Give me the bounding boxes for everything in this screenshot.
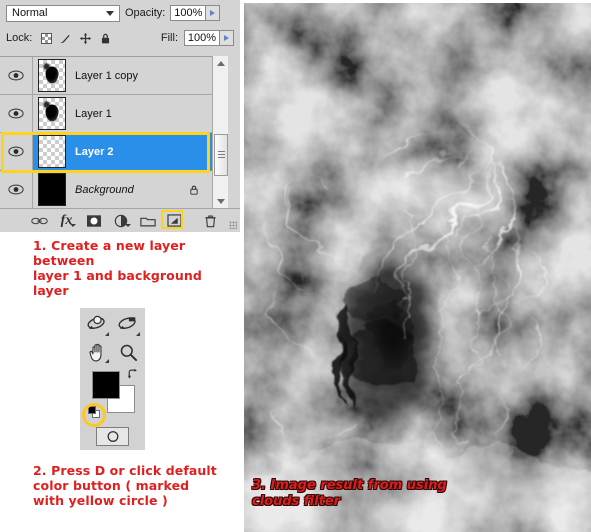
chevron-down-icon bbox=[106, 10, 114, 16]
tool-flyout-indicator bbox=[136, 332, 140, 336]
trash-icon bbox=[205, 215, 216, 227]
annotation-step-3: 3. Image result from using clouds filter bbox=[252, 478, 447, 509]
thumbnail-blob bbox=[42, 62, 59, 84]
link-layers-button[interactable] bbox=[26, 210, 53, 231]
hand-tool[interactable] bbox=[82, 339, 112, 365]
opacity-label: Opacity: bbox=[125, 7, 166, 19]
new-layer-icon bbox=[167, 214, 182, 227]
layer-visibility-toggle[interactable] bbox=[0, 133, 33, 170]
lock-icon bbox=[190, 185, 198, 195]
delete-layer-button[interactable] bbox=[197, 210, 224, 231]
chevron-right-icon bbox=[210, 10, 216, 16]
layer-visibility-toggle[interactable] bbox=[0, 171, 33, 208]
chevron-down-icon bbox=[125, 224, 131, 227]
eye-icon bbox=[8, 70, 24, 81]
annotation-step-2: 2. Press D or click default color button… bbox=[33, 463, 217, 508]
panel-gutter bbox=[228, 56, 240, 208]
panel-resize-grip[interactable] bbox=[229, 221, 237, 229]
layer-visibility-toggle[interactable] bbox=[0, 95, 33, 132]
tool-flyout-indicator bbox=[105, 332, 109, 336]
scrollbar-thumb[interactable] bbox=[214, 134, 228, 176]
layer-thumbnail[interactable] bbox=[38, 59, 66, 92]
lock-transparent-pixels-icon[interactable] bbox=[41, 32, 53, 44]
fill-input[interactable]: 100% bbox=[184, 30, 220, 46]
new-layer-button[interactable] bbox=[161, 210, 188, 231]
opacity-input[interactable]: 100% bbox=[170, 5, 207, 21]
quick-mask-icon bbox=[107, 431, 118, 442]
swap-colors-icon[interactable] bbox=[127, 368, 139, 380]
eye-icon bbox=[8, 146, 24, 157]
clouds-result-image bbox=[244, 3, 591, 532]
lock-label: Lock: bbox=[6, 32, 33, 44]
magnifier-icon bbox=[120, 344, 137, 361]
new-adjustment-layer-button[interactable] bbox=[107, 210, 134, 231]
blend-mode-select[interactable]: Normal bbox=[6, 4, 120, 22]
table-row[interactable]: Layer 2 bbox=[0, 133, 212, 171]
foreground-color-swatch[interactable] bbox=[92, 371, 120, 399]
layer-thumbnail[interactable] bbox=[38, 135, 66, 168]
tool-grid bbox=[80, 312, 145, 368]
add-layer-mask-button[interactable] bbox=[80, 210, 107, 231]
layers-panel-toolbar: fx bbox=[0, 208, 240, 232]
table-row[interactable]: Layer 1 bbox=[0, 95, 212, 133]
hand-icon bbox=[88, 343, 101, 362]
annotation-step-1: 1. Create a new layer between layer 1 an… bbox=[33, 238, 202, 298]
thumbnail-blob bbox=[42, 100, 59, 122]
scroll-up-button[interactable] bbox=[213, 56, 229, 70]
layer-name[interactable]: Layer 1 bbox=[75, 108, 112, 120]
chevron-up-icon bbox=[217, 60, 225, 66]
lock-position-icon[interactable] bbox=[79, 32, 92, 45]
tool-flyout-indicator bbox=[105, 359, 109, 363]
table-row[interactable]: Background bbox=[0, 171, 212, 209]
layers-panel: Normal Opacity: 100% Lock: Fill: 100% La… bbox=[0, 0, 240, 232]
new-group-button[interactable] bbox=[134, 210, 161, 231]
layer-list[interactable]: Layer 1 copy Layer 1 Layer 2 Background bbox=[0, 56, 212, 209]
scroll-down-button[interactable] bbox=[213, 194, 229, 208]
3d-camera-rotate-tool[interactable] bbox=[113, 312, 143, 338]
scrollbar[interactable] bbox=[212, 56, 229, 208]
lock-all-icon[interactable] bbox=[99, 32, 112, 45]
3d-object-rotate-tool[interactable] bbox=[82, 312, 112, 338]
layers-panel-options-bar: Normal Opacity: 100% bbox=[0, 0, 240, 26]
default-colors-icon[interactable] bbox=[88, 406, 100, 418]
eye-icon bbox=[8, 108, 24, 119]
smoke-face-render bbox=[244, 3, 591, 532]
layers-lock-bar: Lock: Fill: 100% bbox=[0, 26, 240, 50]
layer-thumbnail[interactable] bbox=[38, 173, 66, 206]
blend-mode-value: Normal bbox=[12, 7, 48, 19]
layer-name[interactable]: Layer 1 copy bbox=[75, 70, 138, 82]
chevron-right-icon bbox=[224, 35, 229, 41]
opacity-stepper[interactable] bbox=[206, 5, 221, 21]
layer-thumbnail[interactable] bbox=[38, 97, 66, 130]
quick-mask-button[interactable] bbox=[96, 427, 129, 446]
layer-style-button[interactable]: fx bbox=[53, 210, 80, 231]
mask-circle-icon bbox=[86, 214, 101, 227]
folder-icon bbox=[139, 217, 156, 226]
eye-icon bbox=[8, 184, 24, 195]
table-row[interactable]: Layer 1 copy bbox=[0, 57, 212, 95]
layer-name[interactable]: Background bbox=[75, 184, 134, 196]
grip-icon bbox=[218, 151, 225, 158]
layer-name[interactable]: Layer 2 bbox=[75, 146, 114, 158]
chevron-down-icon bbox=[217, 198, 225, 204]
fill-stepper[interactable] bbox=[220, 30, 234, 46]
default-foreground-swatch bbox=[88, 406, 96, 414]
layer-visibility-toggle[interactable] bbox=[0, 57, 33, 94]
tools-panel bbox=[80, 308, 145, 450]
link-icon bbox=[31, 217, 48, 224]
zoom-tool[interactable] bbox=[113, 339, 143, 365]
chevron-down-icon bbox=[70, 224, 76, 227]
fill-label: Fill: bbox=[160, 32, 178, 44]
color-swatches bbox=[88, 368, 139, 418]
lock-image-pixels-icon[interactable] bbox=[59, 32, 72, 45]
